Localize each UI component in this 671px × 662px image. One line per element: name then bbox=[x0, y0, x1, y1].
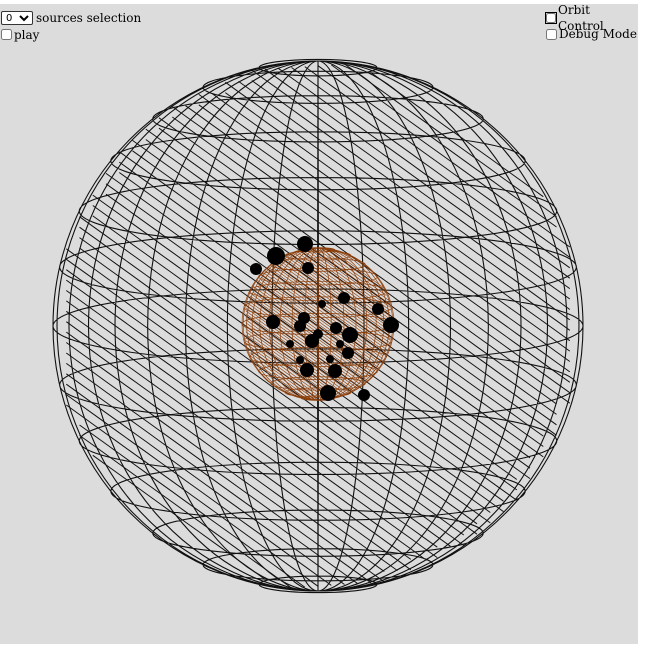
source-marker bbox=[342, 347, 354, 359]
source-marker bbox=[294, 320, 306, 332]
source-marker bbox=[318, 300, 326, 308]
play-label[interactable]: play bbox=[14, 27, 39, 43]
source-marker bbox=[313, 329, 323, 339]
sources-selection-label: sources selection bbox=[36, 10, 142, 25]
source-marker bbox=[266, 315, 280, 329]
source-marker bbox=[358, 389, 370, 401]
source-marker bbox=[328, 364, 342, 378]
source-marker bbox=[250, 263, 262, 275]
inner-wireframe-sphere bbox=[241, 247, 395, 401]
source-marker bbox=[338, 292, 350, 304]
source-marker bbox=[300, 363, 314, 377]
source-marker bbox=[383, 317, 399, 333]
orbit-control-checkbox[interactable] bbox=[545, 12, 557, 24]
source-marker bbox=[286, 340, 294, 348]
source-marker bbox=[296, 356, 304, 364]
left-control-panel: 0 sources selection play bbox=[1, 9, 141, 43]
scene-canvas[interactable] bbox=[0, 4, 638, 644]
debug-mode-checkbox[interactable] bbox=[546, 28, 557, 40]
right-control-panel: Orbit Control Debug Mode bbox=[545, 3, 638, 42]
sources-select[interactable]: 0 bbox=[1, 10, 33, 25]
source-marker bbox=[330, 322, 342, 334]
source-marker bbox=[320, 385, 336, 401]
source-marker bbox=[297, 236, 313, 252]
render-viewport[interactable]: 0 sources selection play Orbit Control D… bbox=[0, 3, 638, 644]
source-marker bbox=[372, 303, 384, 315]
source-marker bbox=[302, 262, 314, 274]
source-marker bbox=[267, 247, 285, 265]
source-marker bbox=[336, 340, 344, 348]
outer-wireframe-sphere bbox=[52, 58, 584, 594]
debug-mode-label[interactable]: Debug Mode bbox=[559, 26, 637, 42]
source-marker bbox=[326, 355, 334, 363]
source-marker bbox=[342, 327, 358, 343]
play-checkbox[interactable] bbox=[1, 29, 12, 40]
